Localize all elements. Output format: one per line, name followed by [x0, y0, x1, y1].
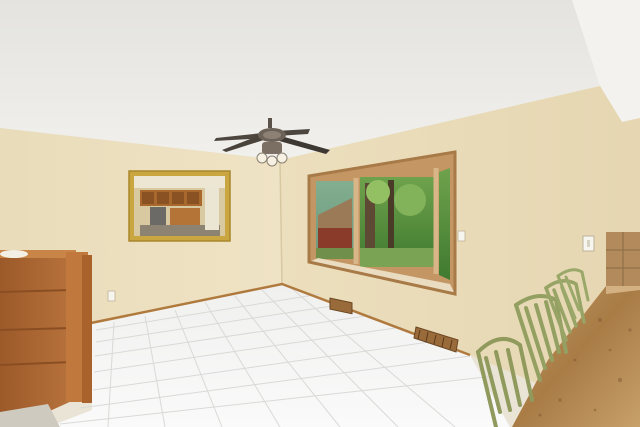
framed-mirror-icon [128, 170, 231, 242]
staircase-railing-icon [0, 250, 92, 427]
wall-outlet-icon [457, 230, 466, 242]
wall-outlet-icon [107, 290, 116, 302]
room-photo [0, 0, 640, 427]
